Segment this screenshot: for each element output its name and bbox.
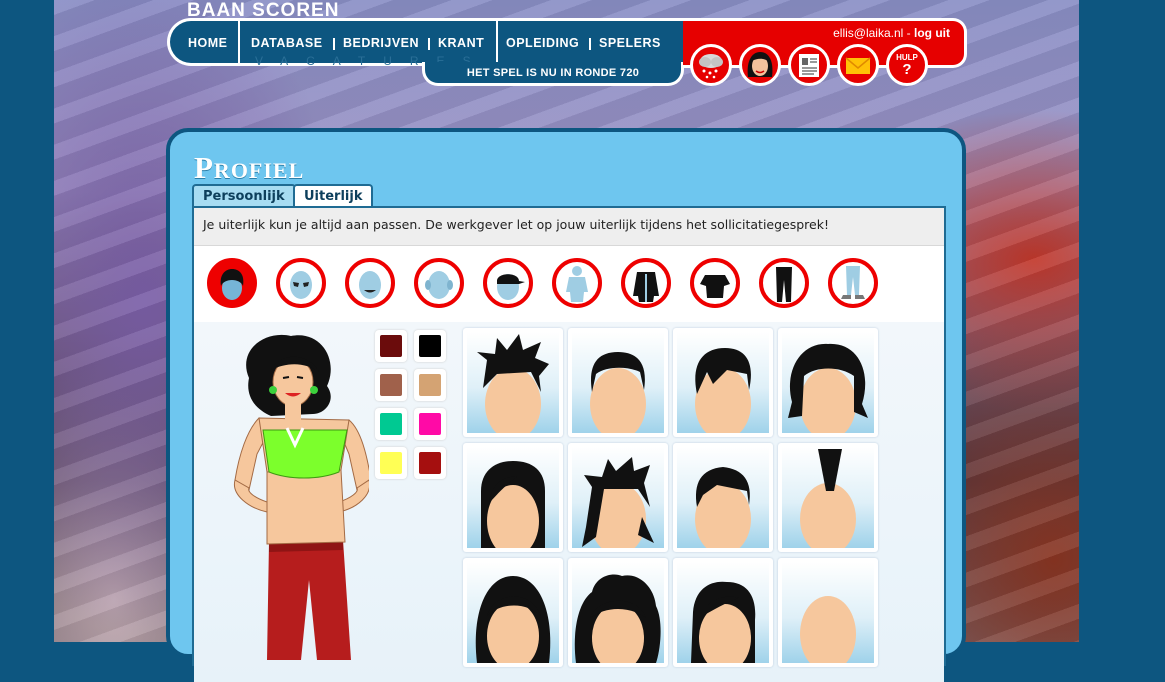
color-swatch[interactable] <box>375 408 407 440</box>
hairstyle-option[interactable] <box>673 328 773 437</box>
hairstyle-option[interactable] <box>673 443 773 552</box>
category-pants-button[interactable] <box>759 258 809 308</box>
hairstyle-option[interactable] <box>568 443 668 552</box>
hairstyle-option[interactable] <box>568 328 668 437</box>
hairstyle-option[interactable] <box>673 558 773 667</box>
info-text: Je uiterlijk kun je altijd aan passen. D… <box>203 217 829 232</box>
color-chip <box>419 335 441 357</box>
nav-divider <box>496 21 498 66</box>
category-shoes-button[interactable] <box>828 258 878 308</box>
category-shirt-button[interactable] <box>690 258 740 308</box>
category-mouth-button[interactable] <box>345 258 395 308</box>
category-ears-button[interactable] <box>414 258 464 308</box>
customizer-area <box>194 322 944 682</box>
help-symbol: ? <box>902 61 912 78</box>
nav-home[interactable]: HOME <box>188 21 228 66</box>
tab-persoonlijk[interactable]: Persoonlijk <box>192 184 296 208</box>
tab-uiterlijk[interactable]: Uiterlijk <box>293 184 374 208</box>
logout-link[interactable]: log uit <box>914 26 950 40</box>
nav-spelers[interactable]: SPELERS <box>599 21 661 66</box>
hairstyle-option[interactable] <box>778 558 878 667</box>
character-preview <box>233 334 369 660</box>
profile-panel: Profiel Persoonlijk Uiterlijk Je uiterli… <box>166 128 966 682</box>
mail-icon[interactable] <box>837 44 879 86</box>
nav-divider <box>238 21 240 66</box>
nav-divider <box>428 38 430 50</box>
nav-divider <box>333 38 335 50</box>
color-chip <box>419 413 441 435</box>
weather-icon[interactable] <box>690 44 732 86</box>
hairstyle-option[interactable] <box>463 328 563 437</box>
color-chip <box>380 413 402 435</box>
round-status: HET SPEL IS NU IN RONDE 720 <box>422 62 684 86</box>
color-swatch[interactable] <box>375 447 407 479</box>
user-info: ellis@laika.nl - log uit <box>833 26 950 40</box>
info-bar: Je uiterlijk kun je altijd aan passen. D… <box>194 208 944 246</box>
color-swatch[interactable] <box>414 330 446 362</box>
nav-divider <box>589 38 591 50</box>
help-button[interactable]: HULP ? <box>886 44 928 86</box>
color-chip <box>380 335 402 357</box>
color-chip <box>380 452 402 474</box>
hairstyle-option[interactable] <box>463 558 563 667</box>
nav-opleiding[interactable]: OPLEIDING <box>506 21 579 66</box>
id-card-icon[interactable] <box>788 44 830 86</box>
category-cap-button[interactable] <box>483 258 533 308</box>
color-chip <box>419 374 441 396</box>
user-separator: - <box>903 26 914 40</box>
color-swatch[interactable] <box>414 408 446 440</box>
category-body-button[interactable] <box>552 258 602 308</box>
avatar-icon[interactable] <box>739 44 781 86</box>
category-hair-button[interactable] <box>207 258 257 308</box>
tab-content: Je uiterlijk kun je altijd aan passen. D… <box>192 206 946 682</box>
user-email: ellis@laika.nl <box>833 26 904 40</box>
hairstyle-option[interactable] <box>568 558 668 667</box>
category-jacket-button[interactable] <box>621 258 671 308</box>
hairstyle-option[interactable] <box>778 328 878 437</box>
color-swatch[interactable] <box>414 369 446 401</box>
help-icon: HULP ? <box>896 53 918 77</box>
category-eyes-button[interactable] <box>276 258 326 308</box>
hairstyle-option[interactable] <box>463 443 563 552</box>
color-chip <box>419 452 441 474</box>
hairstyle-option[interactable] <box>778 443 878 552</box>
color-swatch[interactable] <box>375 330 407 362</box>
page-title: Profiel <box>194 150 305 185</box>
color-swatch[interactable] <box>375 369 407 401</box>
color-chip <box>380 374 402 396</box>
color-swatch[interactable] <box>414 447 446 479</box>
